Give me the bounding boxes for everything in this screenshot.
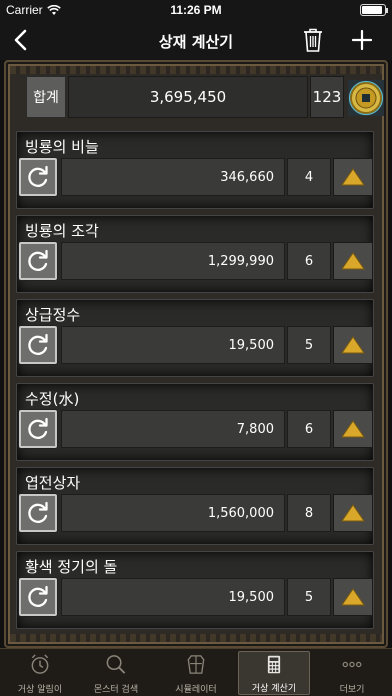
triangle-up-icon xyxy=(341,168,365,186)
calculator-icon xyxy=(267,655,281,674)
tab-label: 더보기 xyxy=(339,685,365,695)
triangle-up-icon xyxy=(341,588,365,606)
refresh-icon xyxy=(28,165,48,187)
price-input[interactable]: 1,299,990 xyxy=(61,242,285,280)
quantity-input[interactable]: 5 xyxy=(287,326,331,364)
armor-icon xyxy=(187,655,205,674)
price-input[interactable]: 346,660 xyxy=(61,158,285,196)
refresh-icon xyxy=(28,501,48,523)
triangle-up-icon xyxy=(341,504,365,522)
increment-button[interactable] xyxy=(333,158,373,196)
item-card: 상급정수 19,500 5 xyxy=(16,299,374,377)
alarm-clock-icon xyxy=(31,654,49,674)
item-card: 빙룡의 조각 1,299,990 6 xyxy=(16,215,374,293)
item-name: 빙룡의 조각 xyxy=(25,222,99,240)
increment-button[interactable] xyxy=(333,578,373,616)
battery-icon xyxy=(360,4,388,16)
trash-icon[interactable] xyxy=(301,27,325,53)
reset-button[interactable] xyxy=(19,326,57,364)
total-label: 합계 xyxy=(26,76,66,118)
tab-bar: 거상 알림이 몬스터 검색 시뮬레이터 거상 계산기 더보기 xyxy=(0,648,392,696)
increment-button[interactable] xyxy=(333,494,373,532)
quantity-input[interactable]: 4 xyxy=(287,158,331,196)
reset-button[interactable] xyxy=(19,410,57,448)
reset-button[interactable] xyxy=(19,158,57,196)
item-card: 빙룡의 비늘 346,660 4 xyxy=(16,131,374,209)
quantity-input[interactable]: 6 xyxy=(287,242,331,280)
refresh-icon xyxy=(28,249,48,271)
refresh-icon xyxy=(28,585,48,607)
item-name: 황색 정기의 돌 xyxy=(25,558,118,576)
item-name: 상급정수 xyxy=(25,306,81,324)
item-card: 엽전상자 1,560,000 8 xyxy=(16,467,374,545)
tab-calculator[interactable]: 거상 계산기 xyxy=(238,651,310,695)
reset-button[interactable] xyxy=(19,242,57,280)
item-name: 빙룡의 비늘 xyxy=(25,138,99,156)
tab-alarm[interactable]: 거상 알림이 xyxy=(4,651,76,695)
status-time: 11:26 PM xyxy=(170,3,222,17)
quantity-input[interactable]: 5 xyxy=(287,578,331,616)
page-title: 상재 계산기 xyxy=(158,33,234,51)
item-name: 엽전상자 xyxy=(25,474,81,492)
tab-label: 시뮬레이터 xyxy=(175,685,217,695)
status-bar: Carrier 11:26 PM xyxy=(0,0,392,20)
tab-label: 거상 알림이 xyxy=(17,685,63,695)
refresh-icon xyxy=(28,417,48,439)
price-input[interactable]: 1,560,000 xyxy=(61,494,285,532)
tab-label: 거상 계산기 xyxy=(251,684,297,694)
increment-button[interactable] xyxy=(333,410,373,448)
triangle-up-icon xyxy=(341,252,365,270)
tab-simulator[interactable]: 시뮬레이터 xyxy=(160,651,232,695)
navigation-bar: 상재 계산기 xyxy=(0,20,392,60)
item-name: 수정(水) xyxy=(25,390,80,408)
total-row: 합계 3,695,450 123 xyxy=(26,76,384,118)
triangle-up-icon xyxy=(341,336,365,354)
refresh-icon xyxy=(28,333,48,355)
increment-button[interactable] xyxy=(333,326,373,364)
quantity-input[interactable]: 8 xyxy=(287,494,331,532)
reset-button[interactable] xyxy=(19,494,57,532)
frame-ornament-top xyxy=(10,66,382,74)
total-count: 123 xyxy=(310,76,344,118)
magnifier-icon xyxy=(106,655,126,674)
item-card: 수정(水) 7,800 6 xyxy=(16,383,374,461)
tab-more[interactable]: 더보기 xyxy=(316,651,388,695)
price-input[interactable]: 7,800 xyxy=(61,410,285,448)
total-value: 3,695,450 xyxy=(68,76,308,118)
add-icon[interactable] xyxy=(350,28,374,52)
tab-monster-search[interactable]: 몬스터 검색 xyxy=(80,651,152,695)
triangle-up-icon xyxy=(341,420,365,438)
coin-icon xyxy=(348,80,384,116)
frame-ornament-bottom xyxy=(10,634,382,642)
tab-label: 몬스터 검색 xyxy=(93,685,139,695)
item-card: 황색 정기의 돌 19,500 5 xyxy=(16,551,374,629)
increment-button[interactable] xyxy=(333,242,373,280)
more-icon xyxy=(342,661,362,668)
price-input[interactable]: 19,500 xyxy=(61,326,285,364)
price-input[interactable]: 19,500 xyxy=(61,578,285,616)
quantity-input[interactable]: 6 xyxy=(287,410,331,448)
reset-button[interactable] xyxy=(19,578,57,616)
